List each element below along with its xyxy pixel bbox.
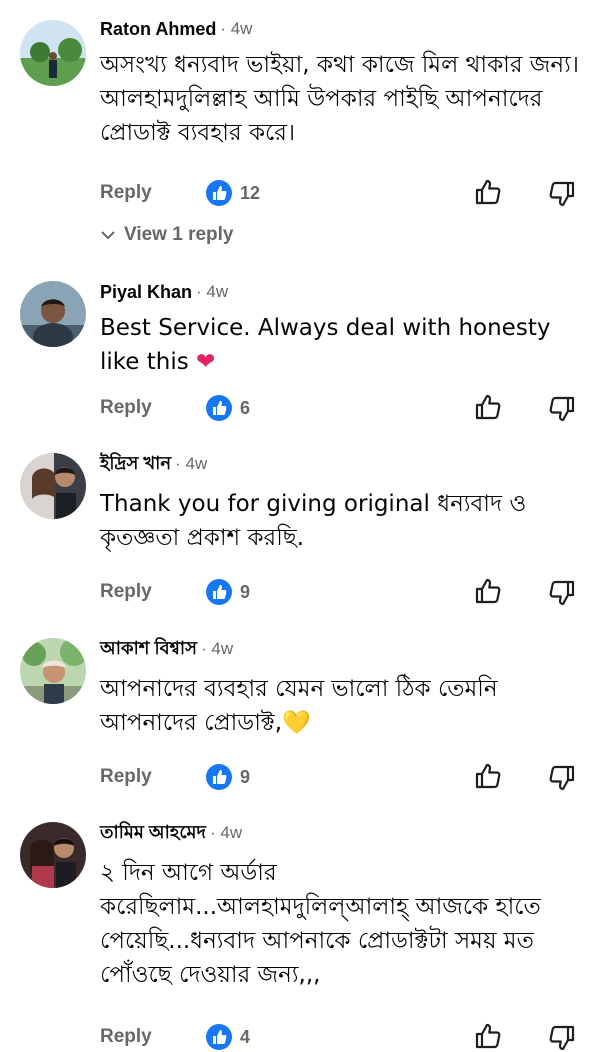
comment-text-body: Best Service. Always deal with honesty l… [100,315,551,375]
comment-text: Thank you for giving original ধন্যবাদ ও … [100,491,527,551]
like-summary[interactable]: 12 [206,180,260,206]
comment-time: · 4w [210,823,243,842]
comment-actions: Reply 6 [100,393,590,423]
comment-time: · 4w [196,282,229,301]
like-badge-icon [206,579,232,605]
avatar-photo [20,281,86,347]
like-badge-icon [206,1024,232,1050]
like-count: 9 [240,766,251,787]
like-count: 6 [240,397,251,418]
author-name[interactable]: Raton Ahmed [100,19,216,40]
thumbs-up-icon[interactable] [474,178,502,206]
avatar[interactable] [20,20,86,86]
reply-button[interactable]: Reply [100,1022,152,1052]
red-heart-emoji: ❤ [196,349,216,375]
comment-meta: আকাশ বিশ্বাস · 4w [100,636,233,662]
comment-actions: Reply 12 [100,178,590,208]
like-summary[interactable]: 4 [206,1024,250,1050]
like-count: 9 [240,581,251,602]
avatar[interactable] [20,453,86,519]
thumbs-down-icon[interactable] [548,764,576,792]
thumbs-up-icon[interactable] [474,393,502,421]
comment-text: আপনাদের ব্যবহার যেমন ভালো ঠিক তেমনি আপনা… [100,672,590,740]
like-count: 4 [240,1026,251,1047]
like-badge-icon [206,764,232,790]
author-name[interactable]: তামিম আহমেদ [100,818,206,849]
avatar-photo [20,822,86,888]
thumbs-up-icon[interactable] [474,1022,502,1050]
reply-button[interactable]: Reply [100,178,152,208]
avatar-photo [20,453,86,519]
reply-button[interactable]: Reply [100,577,152,607]
thumbs-up-icon[interactable] [474,762,502,790]
avatar-photo [20,638,86,704]
comment-meta: তামিম আহমেদ · 4w [100,820,242,846]
avatar[interactable] [20,281,86,347]
comment-time: · 4w [220,19,253,38]
thumbs-up-icon[interactable] [474,577,502,605]
comment-meta: ইদ্রিস খান · 4w [100,451,207,477]
chevron-down-icon [101,231,115,240]
like-badge-icon [206,180,232,206]
author-name[interactable]: আকাশ বিশ্বাস [100,634,197,665]
like-summary[interactable]: 9 [206,579,250,605]
comment-text: Best Service. Always deal with honesty l… [100,311,590,379]
avatar[interactable] [20,638,86,704]
thumbs-down-icon[interactable] [548,1024,576,1052]
avatar-photo [20,20,86,86]
like-summary[interactable]: 6 [206,395,250,421]
like-count: 12 [240,182,261,203]
comment-actions: Reply 9 [100,577,590,607]
yellow-heart-emoji: 💛 [282,710,311,736]
author-name[interactable]: ইদ্রিস খান [100,449,171,480]
author-name[interactable]: Piyal Khan [100,282,192,303]
thumbs-down-icon[interactable] [548,395,576,423]
comment-time: · 4w [201,639,234,658]
reply-button[interactable]: Reply [100,762,152,792]
comment-actions: Reply 9 [100,762,590,792]
view-replies-button[interactable]: View 1 reply [100,222,234,248]
thumbs-down-icon[interactable] [548,579,576,607]
view-replies-label: View 1 reply [124,224,234,245]
comment-time: · 4w [175,454,208,473]
reply-button[interactable]: Reply [100,393,152,423]
comment-actions: Reply 4 [100,1022,590,1052]
like-badge-icon [206,395,232,421]
like-summary[interactable]: 9 [206,764,250,790]
comment-meta: Piyal Khan · 4w [100,279,228,305]
comment-text: ২ দিন আগে অর্ডার করেছিলাম...আলহামদুলিল্আ… [100,860,541,988]
thumbs-down-icon[interactable] [548,180,576,208]
comment-text: অসংখ্য ধন্যবাদ ভাইয়া, কথা কাজে মিল থাকা… [100,52,580,146]
avatar[interactable] [20,822,86,888]
comment-meta: Raton Ahmed · 4w [100,16,252,42]
